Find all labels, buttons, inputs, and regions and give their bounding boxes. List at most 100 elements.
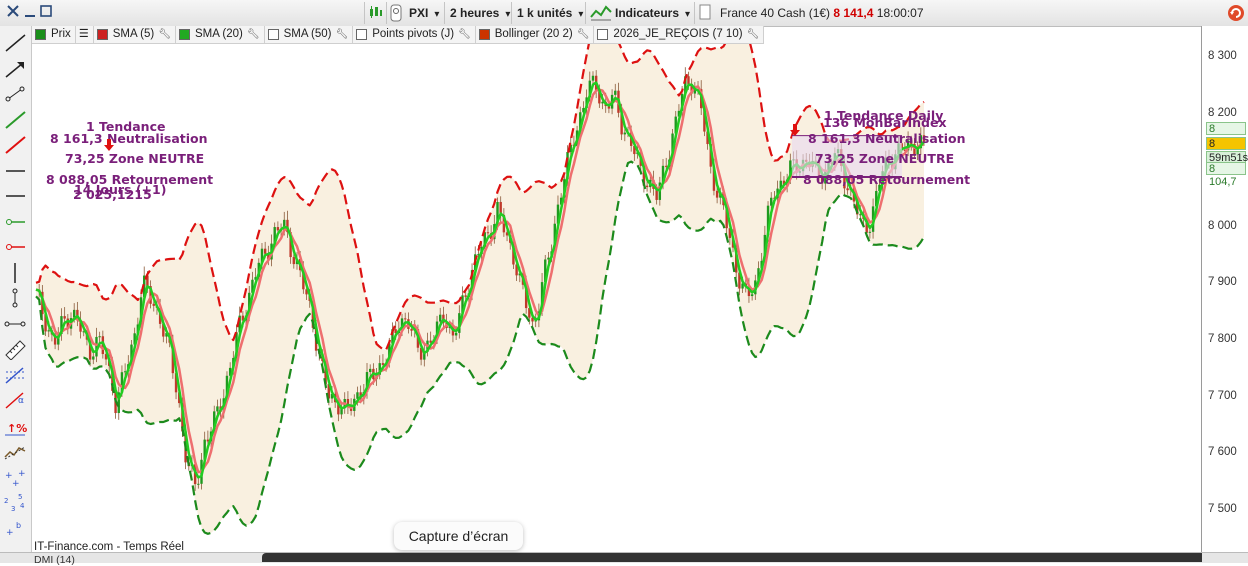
candle-body xyxy=(770,197,773,206)
price-tick-label: 8 000 xyxy=(1208,219,1237,232)
horizontal-ray-icon[interactable] xyxy=(3,185,28,207)
candle-body xyxy=(152,303,155,306)
refresh-icon[interactable] xyxy=(1226,4,1246,22)
level-price-box: 8 176,1 xyxy=(1206,122,1246,148)
wrench-icon[interactable]: 🔧︎ xyxy=(577,26,590,43)
pin-icon[interactable] xyxy=(389,4,403,22)
svg-text:4: 4 xyxy=(20,502,25,510)
candle-body xyxy=(47,330,50,332)
wrench-icon[interactable]: 🔧︎ xyxy=(247,26,260,43)
annotation-left-neutralisation: 8 161,3 Neutralisation xyxy=(50,131,208,146)
arrow-tool-icon[interactable] xyxy=(3,58,28,80)
line-tool-icon[interactable] xyxy=(3,32,28,54)
chevron-down-icon: ▾ xyxy=(685,9,691,20)
last-price: 8 141,4 xyxy=(833,6,874,20)
units-selector[interactable]: 1 k unités ▾ xyxy=(517,3,583,23)
level-price-box: 8 104,7 xyxy=(1206,162,1246,188)
candle-body xyxy=(63,316,66,319)
vertical-line-icon[interactable] xyxy=(3,262,28,284)
green-ray-icon[interactable] xyxy=(3,211,28,233)
maximize-icon[interactable] xyxy=(38,4,54,22)
price-tick-label: 8 300 xyxy=(1208,50,1237,62)
ruler-icon[interactable] xyxy=(3,338,28,361)
price-axis[interactable]: 8 3008 2008 1008 0007 9007 8007 7007 600… xyxy=(1201,26,1248,556)
indicator-label: 2026_JE_REÇOIS (7 10) xyxy=(613,28,743,40)
wrench-icon[interactable]: 🔧︎ xyxy=(747,26,760,43)
indicator-chip[interactable]: Points pivots (J) 🔧︎ xyxy=(353,26,476,43)
instrument-selector-label: PXI xyxy=(409,6,429,20)
candle-body xyxy=(846,188,849,191)
candle-body xyxy=(614,90,617,95)
svg-text:+: + xyxy=(6,528,14,538)
candle-body xyxy=(750,294,754,297)
percent-icon[interactable]: ↑% xyxy=(3,415,28,437)
list-icon: ☰ xyxy=(78,28,89,40)
close-icon[interactable] xyxy=(5,4,21,22)
price-tick-label: 7 800 xyxy=(1208,333,1237,345)
indicators-label: Indicateurs xyxy=(615,6,680,20)
fibonacci-icon[interactable] xyxy=(3,364,28,386)
svg-text:b: b xyxy=(16,521,21,530)
indicators-dropdown[interactable]: ▾ xyxy=(679,3,690,23)
dmi-panel-label[interactable]: DMI (14) xyxy=(34,554,75,566)
indicators-button[interactable]: Indicateurs xyxy=(615,3,679,23)
ab-waves-icon[interactable]: + b xyxy=(3,517,28,539)
candle-body xyxy=(715,190,719,198)
chevron-down-icon: ▾ xyxy=(505,9,511,20)
alpha-icon[interactable]: α xyxy=(3,389,28,411)
period-selector[interactable]: 2 heures ▾ xyxy=(450,3,510,23)
indicator-label: SMA (20) xyxy=(194,28,243,40)
wrench-icon[interactable]: 🔧︎ xyxy=(336,26,349,43)
instrument-name: France 40 Cash (1€) xyxy=(720,6,831,20)
indicator-chip[interactable]: Prix xyxy=(32,26,76,43)
candlestick-icon[interactable] xyxy=(367,4,385,22)
indicator-chip[interactable]: Bollinger (20 2) 🔧︎ xyxy=(476,26,595,43)
indicator-chip[interactable]: ☰ xyxy=(76,26,94,43)
svg-text:2: 2 xyxy=(4,497,8,505)
instrument-selector[interactable]: PXI ▾ xyxy=(409,3,439,23)
candle-body xyxy=(368,368,372,373)
minus-icon[interactable] xyxy=(22,4,38,22)
segment-tool-icon[interactable] xyxy=(3,83,28,105)
down-arrow-icon xyxy=(790,124,800,136)
wave-icon[interactable] xyxy=(3,440,28,462)
red-ray-icon[interactable] xyxy=(3,236,28,258)
candle-body xyxy=(98,336,101,338)
horizontal-scrollbar[interactable] xyxy=(262,553,1202,562)
bollinger-band-fill xyxy=(36,44,924,534)
numbered-waves-icon[interactable]: 2354 xyxy=(3,491,28,513)
indicator-label: Prix xyxy=(51,28,71,40)
red-trend-icon[interactable] xyxy=(3,134,28,156)
indicator-chip[interactable]: 2026_JE_REÇOIS (7 10) 🔧︎ xyxy=(594,26,765,43)
wrench-icon[interactable]: 🔧︎ xyxy=(458,26,471,43)
candle-body xyxy=(859,214,862,216)
info-icon[interactable] xyxy=(698,4,712,22)
price-tick-label: 8 200 xyxy=(1208,106,1237,119)
svg-text:+: + xyxy=(18,469,26,479)
price-chart[interactable] xyxy=(32,44,1200,552)
chevron-down-icon: ▾ xyxy=(434,9,440,20)
vertical-segment-icon[interactable] xyxy=(3,287,28,309)
price-tick-label: 7 900 xyxy=(1208,276,1237,289)
indicator-chip[interactable]: SMA (5) 🔧︎ xyxy=(94,26,176,43)
indicator-color-swatch xyxy=(178,29,190,40)
candle-body xyxy=(464,295,467,297)
wrench-icon[interactable]: 🔧︎ xyxy=(158,26,171,43)
candle-body xyxy=(547,257,550,260)
elliott-icon[interactable]: + + + xyxy=(3,466,28,489)
channel-icon[interactable] xyxy=(3,313,28,335)
candle-body xyxy=(197,483,200,485)
chevron-down-icon: ▾ xyxy=(578,9,584,20)
indicator-chip[interactable]: SMA (50) 🔧︎ xyxy=(265,26,354,43)
candle-body xyxy=(410,328,413,331)
top-toolbar: PXI ▾ 2 heures ▾ 1 k unités ▾ Indicateurs ▾… xyxy=(0,0,1248,27)
indicator-chip[interactable]: SMA (20) 🔧︎ xyxy=(176,26,265,43)
candle-body xyxy=(292,257,296,265)
candle-body xyxy=(92,356,95,360)
indicators-chart-icon[interactable] xyxy=(589,4,613,22)
horizontal-line-icon[interactable] xyxy=(3,160,28,182)
green-trend-icon[interactable] xyxy=(3,109,28,131)
indicator-color-swatch xyxy=(267,29,279,40)
svg-text:α: α xyxy=(18,396,24,406)
annotation-right-barindex: 136 MonBarIndex xyxy=(823,115,947,130)
